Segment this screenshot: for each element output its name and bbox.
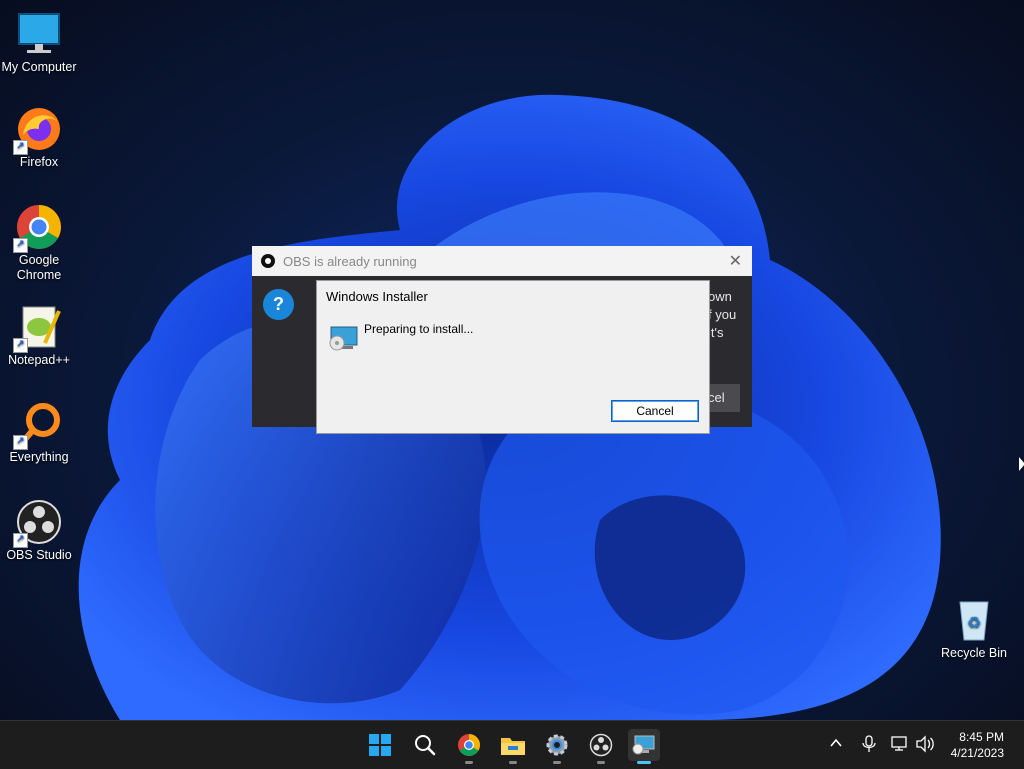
search-icon xyxy=(415,735,436,756)
notepadpp-icon: ↗ xyxy=(13,303,63,353)
cancel-button[interactable]: Cancel xyxy=(611,400,699,422)
question-icon: ? xyxy=(263,289,294,320)
obs-dialog-text: own f you it's xyxy=(708,289,737,340)
firefox-icon: ↗ xyxy=(13,105,63,155)
running-indicator xyxy=(509,761,517,764)
taskbar-settings[interactable] xyxy=(541,729,573,764)
chrome-icon xyxy=(458,734,480,756)
chrome-icon: ↗ xyxy=(13,203,63,253)
installer-title: Windows Installer xyxy=(326,289,428,304)
desktop-icon-label: Notepad++ xyxy=(8,353,70,367)
shortcut-arrow-icon: ↗ xyxy=(13,533,28,548)
desktop-icon-everything[interactable]: ↗ Everything xyxy=(1,400,77,464)
microphone-icon xyxy=(862,735,876,752)
network-button[interactable] xyxy=(891,735,909,758)
settings-icon xyxy=(546,734,568,756)
obs-dialog-titlebar: OBS is already running ✕ xyxy=(252,246,752,276)
desktop-icon-label: Google Chrome xyxy=(16,253,62,282)
svg-text:♻: ♻ xyxy=(967,615,981,632)
shortcut-arrow-icon: ↗ xyxy=(13,435,28,450)
desktop-icon-notepadpp[interactable]: ↗ Notepad++ xyxy=(1,303,77,367)
obs-dialog-title: OBS is already running xyxy=(283,253,417,269)
taskbar-chrome[interactable] xyxy=(453,729,485,764)
shortcut-arrow-icon: ↗ xyxy=(13,338,28,353)
clock-time: 8:45 PM xyxy=(959,730,1004,744)
desktop-icon-recycle-bin[interactable]: ♻ Recycle Bin xyxy=(936,596,1012,660)
speaker-icon xyxy=(916,735,934,753)
obs-cancel-button[interactable]: cel xyxy=(708,384,740,412)
chevron-up-icon xyxy=(830,738,842,747)
desktop-icon-label: Everything xyxy=(9,450,69,464)
windows-installer-dialog: Windows Installer Preparing to install..… xyxy=(316,280,710,434)
desktop-icon-google-chrome[interactable]: ↗ Google Chrome xyxy=(1,203,77,283)
desktop-icon-label: Recycle Bin xyxy=(941,646,1007,660)
start-button[interactable] xyxy=(364,729,396,761)
desktop-icon-my-computer[interactable]: My Computer xyxy=(1,10,77,74)
desktop-icon-label: My Computer xyxy=(1,60,77,74)
desktop-icon-firefox[interactable]: ↗ Firefox xyxy=(1,105,77,169)
mouse-cursor-icon xyxy=(1019,457,1024,471)
file-explorer-icon xyxy=(501,738,525,755)
taskbar-search-button[interactable] xyxy=(409,729,441,761)
taskbar-clock[interactable]: 8:45 PM 4/21/2023 xyxy=(951,729,1004,761)
obs-icon xyxy=(589,733,613,757)
obs-icon: ↗ xyxy=(13,498,63,548)
running-indicator xyxy=(637,761,651,764)
windows-installer-icon xyxy=(632,735,655,755)
installer-message: Preparing to install... xyxy=(364,322,474,336)
taskbar: 8:45 PM 4/21/2023 xyxy=(0,720,1024,769)
obs-logo-icon xyxy=(261,254,275,268)
recycle-bin-icon: ♻ xyxy=(950,596,998,644)
shortcut-arrow-icon: ↗ xyxy=(13,238,28,253)
running-indicator xyxy=(465,761,473,764)
desktop-icon-label: Firefox xyxy=(19,155,59,169)
running-indicator xyxy=(597,761,605,764)
show-hidden-icons-button[interactable] xyxy=(829,736,843,755)
network-icon xyxy=(891,736,907,751)
everything-icon: ↗ xyxy=(13,400,63,450)
desktop-icon-label: OBS Studio xyxy=(6,548,72,562)
taskbar-obs[interactable] xyxy=(585,729,617,764)
start-icon xyxy=(369,734,391,756)
desktop-icon-obs-studio[interactable]: ↗ OBS Studio xyxy=(1,498,77,562)
taskbar-windows-installer[interactable] xyxy=(628,729,660,764)
microphone-button[interactable] xyxy=(861,735,877,758)
running-indicator xyxy=(553,761,561,764)
close-icon[interactable]: ✕ xyxy=(729,251,742,271)
installer-computer-icon xyxy=(329,325,359,351)
taskbar-file-explorer[interactable] xyxy=(497,729,529,764)
shortcut-arrow-icon: ↗ xyxy=(13,140,28,155)
monitor-icon xyxy=(15,10,63,58)
volume-button[interactable] xyxy=(915,735,935,758)
clock-date: 4/21/2023 xyxy=(950,746,1004,760)
